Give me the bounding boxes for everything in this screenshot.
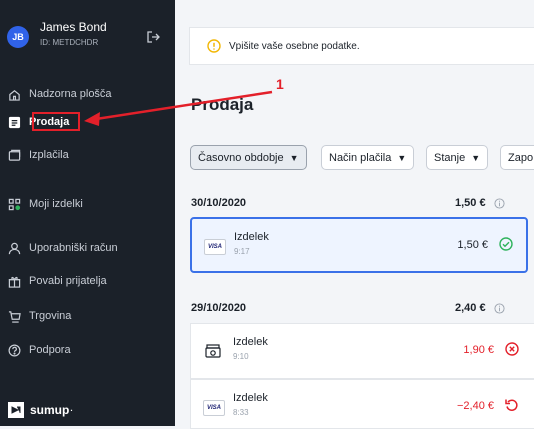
- check-circle-icon: [499, 237, 513, 251]
- page-title: Prodaja: [191, 95, 254, 114]
- user-id: ID: METDCHDR: [40, 38, 99, 47]
- transaction-name: Izdelek: [233, 392, 268, 404]
- transaction-row[interactable]: VISA Izdelek 8:33 −2,40 €: [190, 379, 534, 429]
- user-name: James Bond: [40, 20, 107, 34]
- refund-icon: [505, 399, 518, 411]
- filter-more[interactable]: Zapo: [500, 145, 534, 170]
- transaction-time: 9:17: [234, 247, 250, 256]
- help-icon: [8, 344, 21, 356]
- home-icon: [9, 89, 20, 101]
- group-total-value: 2,40 €: [455, 302, 486, 314]
- sidebar-item-label: Povabi prijatelja: [29, 275, 107, 287]
- payouts-icon: [8, 149, 21, 161]
- annotation-marker: 1: [276, 76, 284, 92]
- info-banner[interactable]: Vpišite vaše osebne podatke.: [189, 27, 534, 65]
- sidebar-item-label: Podpora: [29, 344, 71, 356]
- sidebar: JB James Bond ID: METDCHDR Nadzorna ploš…: [0, 0, 175, 426]
- filter-label: Zapo: [508, 151, 534, 164]
- filter-period[interactable]: Časovno obdobje ▼: [190, 145, 307, 170]
- transaction-time: 9:10: [233, 352, 249, 361]
- visa-icon: VISA: [203, 400, 225, 416]
- sidebar-item-dashboard[interactable]: Nadzorna plošča: [8, 84, 112, 104]
- sidebar-item-label: Nadzorna plošča: [29, 88, 112, 100]
- transaction-name: Izdelek: [234, 231, 269, 243]
- sidebar-item-payouts[interactable]: Izplačila: [8, 145, 69, 165]
- transaction-row[interactable]: VISA Izdelek 9:17 1,50 €: [190, 217, 528, 273]
- transaction-time: 8:33: [233, 408, 249, 417]
- sales-icon: [8, 116, 21, 128]
- sidebar-item-invite[interactable]: Povabi prijatelja: [8, 271, 107, 291]
- transaction-row[interactable]: Izdelek 9:10 1,90 €: [190, 323, 534, 379]
- sidebar-item-support[interactable]: Podpora: [8, 340, 71, 360]
- filter-label: Stanje: [434, 151, 466, 164]
- cart-icon: [8, 310, 21, 323]
- sidebar-item-label: Moji izdelki: [29, 198, 83, 210]
- group-total: 2,40 €: [455, 302, 505, 314]
- transaction-amount: −2,40 €: [456, 400, 494, 412]
- warning-icon: [207, 39, 221, 53]
- sumup-logo-icon: [8, 402, 24, 418]
- cash-register-icon: [203, 344, 223, 358]
- brand-mark: ·: [70, 405, 74, 415]
- user-profile[interactable]: JB James Bond ID: METDCHDR: [0, 0, 175, 64]
- group-date: 29/10/2020: [191, 302, 247, 314]
- info-icon[interactable]: [494, 302, 505, 314]
- sidebar-item-label: Trgovina: [29, 310, 72, 322]
- account-icon: [8, 242, 21, 254]
- gift-icon: [8, 276, 21, 288]
- chevron-down-icon: ▼: [397, 152, 407, 163]
- avatar: JB: [7, 26, 29, 48]
- brand-name: sumup: [30, 403, 70, 417]
- logout-icon[interactable]: [146, 30, 160, 44]
- sidebar-item-products[interactable]: Moji izdelki: [8, 194, 83, 214]
- chevron-down-icon: ▼: [289, 152, 299, 163]
- filter-label: Način plačila: [329, 151, 392, 164]
- sidebar-item-label: Uporabniški račun: [29, 242, 118, 254]
- chevron-down-icon: ▼: [471, 152, 481, 163]
- filter-payment-method[interactable]: Način plačila ▼: [321, 145, 415, 170]
- banner-text: Vpišite vaše osebne podatke.: [229, 40, 360, 52]
- group-date: 30/10/2020: [191, 197, 247, 209]
- group-total-value: 1,50 €: [455, 197, 486, 209]
- filter-label: Časovno obdobje: [198, 151, 284, 164]
- sidebar-item-account[interactable]: Uporabniški račun: [8, 238, 118, 258]
- transaction-amount: 1,50 €: [457, 239, 488, 251]
- error-circle-icon: [505, 342, 519, 356]
- group-total: 1,50 €: [455, 197, 505, 209]
- brand-logo: sumup ·: [8, 402, 73, 418]
- sidebar-item-label: Izplačila: [29, 149, 69, 161]
- visa-icon: VISA: [204, 239, 226, 255]
- transaction-name: Izdelek: [233, 336, 268, 348]
- sidebar-item-shop[interactable]: Trgovina: [8, 306, 71, 326]
- info-icon[interactable]: [494, 197, 505, 209]
- filter-status[interactable]: Stanje ▼: [426, 145, 489, 170]
- transaction-amount: 1,90 €: [463, 344, 494, 356]
- highlight-box: [32, 112, 80, 131]
- products-icon: [8, 198, 21, 210]
